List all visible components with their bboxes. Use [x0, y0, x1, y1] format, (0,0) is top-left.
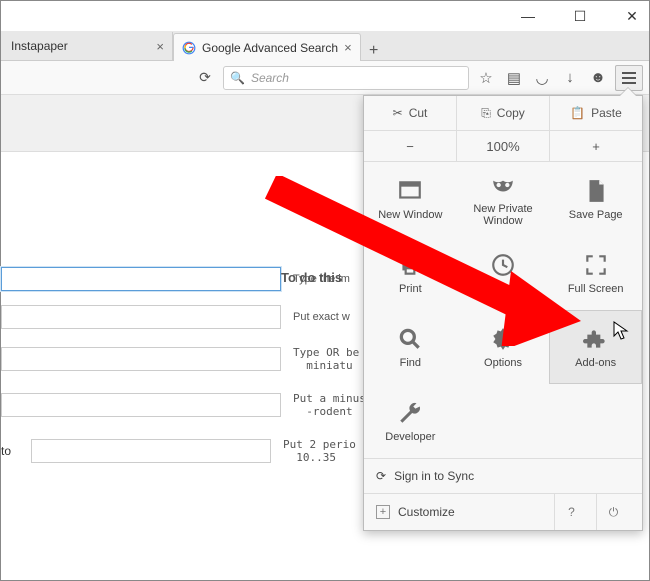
mouse-cursor-icon [613, 321, 629, 344]
tab-label: Google Advanced Search [202, 41, 338, 55]
copy-button[interactable]: ⎘ Copy [457, 96, 550, 130]
sign-in-to-sync[interactable]: ⟳ Sign in to Sync [364, 458, 642, 494]
field-none-words[interactable] [1, 393, 281, 417]
zoom-in-button[interactable]: + [550, 131, 642, 161]
hint-text: Put 2 perio 10..35 [271, 438, 356, 464]
plus-icon: + [376, 505, 390, 519]
label: Print [399, 283, 422, 295]
browser-toolbar: ⟳ 🔍 Search ☆ ▤ ◡ ↓ ☻ [1, 61, 649, 95]
hint-text: Put a minus -rodent [281, 392, 366, 418]
paste-button[interactable]: 📋 Paste [550, 96, 642, 130]
tab-label: Instapaper [11, 39, 68, 53]
sync-icon: ⟳ [376, 469, 386, 483]
label: History [486, 283, 520, 295]
hint-text: Type OR be miniatu [281, 346, 359, 372]
label: Find [400, 357, 421, 369]
options-button[interactable]: Options [457, 310, 550, 384]
new-tab-button[interactable]: + [361, 42, 387, 60]
field-any-words[interactable] [1, 347, 281, 371]
copy-label: Copy [497, 106, 525, 120]
menu-footer: + Customize ? ⏻ [364, 494, 642, 530]
copy-icon: ⎘ [481, 106, 491, 121]
puzzle-icon [583, 325, 609, 353]
label: New Private Window [461, 203, 546, 227]
developer-button[interactable]: Developer [364, 384, 457, 458]
magnifier-icon [397, 325, 423, 353]
hint-text: Put exact w [281, 311, 350, 323]
hamburger-menu-panel: ✂ Cut ⎘ Copy 📋 Paste − 100% + New Window Ne… [363, 95, 643, 531]
window-icon [397, 177, 423, 205]
label: Full Screen [568, 283, 624, 295]
new-private-window-button[interactable]: New Private Window [457, 162, 550, 236]
maximize-button[interactable]: ☐ [567, 8, 593, 25]
scissors-icon: ✂ [393, 106, 403, 120]
label: Save Page [569, 209, 623, 221]
tab-instapaper[interactable]: Instapaper × [3, 32, 173, 60]
smiley-icon[interactable]: ☻ [587, 69, 609, 86]
close-button[interactable]: ✕ [619, 8, 645, 25]
signin-label: Sign in to Sync [394, 469, 474, 483]
help-button[interactable]: ? [554, 494, 588, 530]
zoom-level: 100% [457, 131, 550, 161]
search-placeholder: Search [251, 71, 289, 85]
cut-label: Cut [409, 106, 428, 120]
cut-button[interactable]: ✂ Cut [364, 96, 457, 130]
label: Options [484, 357, 522, 369]
power-button[interactable]: ⏻ [596, 494, 630, 530]
history-button[interactable]: History [457, 236, 550, 310]
clipboard-row: ✂ Cut ⎘ Copy 📋 Paste [364, 96, 642, 131]
reload-button[interactable]: ⟳ [193, 69, 217, 86]
field-exact-phrase[interactable] [1, 305, 281, 329]
page-icon [583, 177, 609, 205]
menu-button[interactable] [615, 65, 643, 91]
label: Add-ons [575, 357, 616, 369]
downloads-icon[interactable]: ↓ [559, 69, 581, 86]
tab-close-icon[interactable]: × [344, 40, 352, 55]
wrench-icon [397, 399, 423, 427]
tab-close-icon[interactable]: × [156, 39, 164, 54]
menu-grid: New Window New Private Window Save Page … [364, 162, 642, 458]
print-button[interactable]: Print [364, 236, 457, 310]
printer-icon [397, 251, 423, 279]
save-page-button[interactable]: Save Page [549, 162, 642, 236]
search-input[interactable]: 🔍 Search [223, 66, 469, 90]
reader-icon[interactable]: ▤ [503, 69, 525, 87]
to-label: to [1, 444, 31, 458]
clock-icon [490, 251, 516, 279]
field-all-words[interactable] [1, 267, 281, 291]
search-icon: 🔍 [230, 71, 245, 85]
bookmark-star-icon[interactable]: ☆ [475, 69, 497, 87]
hamburger-icon [622, 72, 636, 84]
new-window-button[interactable]: New Window [364, 162, 457, 236]
find-button[interactable]: Find [364, 310, 457, 384]
field-range-to[interactable] [31, 439, 271, 463]
pocket-icon[interactable]: ◡ [531, 69, 553, 87]
clipboard-icon: 📋 [570, 106, 585, 120]
gear-icon [490, 325, 516, 353]
fullscreen-icon [583, 251, 609, 279]
window-titlebar: — ☐ ✕ [1, 1, 649, 31]
mask-icon [490, 171, 516, 199]
paste-label: Paste [591, 106, 622, 120]
heading-to-do-this: To do this [281, 270, 342, 285]
label: Developer [385, 431, 435, 443]
label: New Window [378, 209, 442, 221]
zoom-row: − 100% + [364, 131, 642, 162]
minimize-button[interactable]: — [515, 8, 541, 24]
customize-button[interactable]: Customize [398, 505, 455, 519]
google-favicon [182, 41, 196, 55]
zoom-out-button[interactable]: − [364, 131, 457, 161]
full-screen-button[interactable]: Full Screen [549, 236, 642, 310]
tab-strip: Instapaper × Google Advanced Search × + [1, 31, 649, 61]
tab-google-advanced-search[interactable]: Google Advanced Search × [173, 33, 361, 61]
